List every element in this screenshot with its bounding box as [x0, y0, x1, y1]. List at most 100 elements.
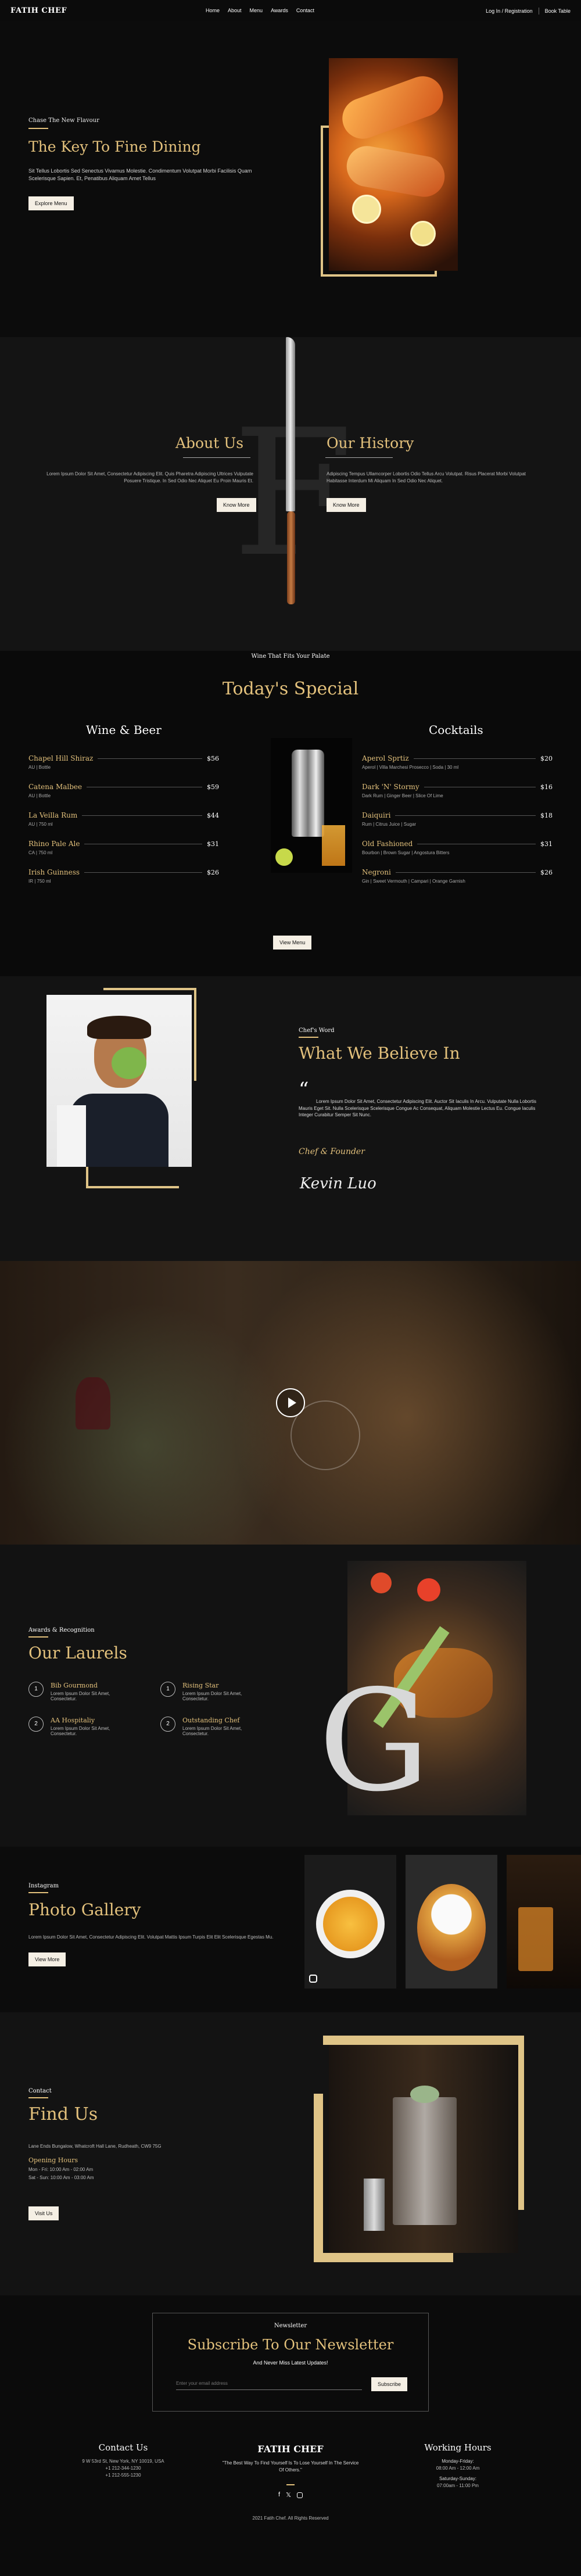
- contact-address: Lane Ends Bungalow, Whatcroft Hall Lane,…: [28, 2144, 162, 2149]
- wine-item: Catena Malbee $59: [28, 783, 219, 791]
- footer-hours-line: Monday-Friday:: [442, 2459, 474, 2464]
- history-know-more-button[interactable]: Know More: [327, 498, 366, 512]
- about-text: Lorem Ipsum Dolor Sit Amet, Consectetur …: [46, 471, 253, 483]
- nav-links: Home About Menu Awards Contact: [206, 8, 314, 13]
- hero-text: Sit Tellus Lobortis Sed Senectus Vivamus…: [28, 168, 252, 182]
- wine-list: Chapel Hill Shiraz $56 AU | Bottle Catena…: [28, 754, 219, 884]
- cocktail-shaker-image: [271, 738, 352, 873]
- award-item: 2 AA Hospitaliy Lorem Ipsum Dolor Sit Ame…: [28, 1717, 156, 1736]
- cocktail-item: Aperol Sprtiz $20: [362, 754, 553, 762]
- instagram-icon[interactable]: [296, 2492, 303, 2498]
- cocktail-list: Aperol Sprtiz $20 Aperol | Villa Marchesi…: [362, 754, 553, 884]
- hours-title: Opening Hours: [28, 2156, 78, 2164]
- history-text: Adipiscing Tempus Ullamcorper Lobortis O…: [327, 471, 526, 483]
- wine-item: Irish Guinness $26: [28, 868, 219, 876]
- nav-menu[interactable]: Menu: [250, 8, 263, 13]
- laurel-icon: 1: [28, 1682, 44, 1697]
- award-item: 1 Bib Gourmond Lorem Ipsum Dolor Sit Amet…: [28, 1682, 156, 1701]
- laurel-icon: 2: [160, 1717, 175, 1732]
- chef-title: What We Believe In: [299, 1044, 460, 1063]
- gallery-view-more-button[interactable]: View More: [28, 1952, 66, 1966]
- special-section: Wine That Fits Your Palate Today's Speci…: [0, 651, 581, 976]
- footer-hours-line: 07:00am - 11:00 Pm: [437, 2483, 479, 2488]
- hero-kicker: Chase The New Flavour: [28, 117, 99, 124]
- footer-hours-line: Saturday-Sunday:: [439, 2476, 477, 2481]
- awards-section: Awards & Recognition Our Laurels 1 Bib G…: [0, 1545, 581, 1847]
- nav-about[interactable]: About: [228, 8, 242, 13]
- newsletter-section: Newsletter Subscribe To Our Newsletter A…: [0, 2295, 581, 2413]
- play-button[interactable]: [276, 1388, 305, 1417]
- footer-contact-line: +1 212-555-1230: [105, 2473, 141, 2478]
- footer: Contact Us 9 W 53rd St, New York, NY 100…: [0, 2413, 581, 2576]
- about-title: About Us: [175, 435, 244, 452]
- chef-kicker-line: [299, 1037, 318, 1038]
- logo[interactable]: FATIH CHEF: [10, 6, 67, 15]
- contact-title: Find Us: [28, 2104, 98, 2124]
- footer-contact-line: +1 212-344-1230: [105, 2466, 141, 2471]
- wine-heading: Wine & Beer: [86, 723, 162, 737]
- footer-quote: "The Best Way To Find Yourself Is To Los…: [222, 2460, 359, 2473]
- wine-item: La Veilla Rum $44: [28, 811, 219, 819]
- newsletter-email-input[interactable]: [176, 2377, 362, 2390]
- twitter-icon[interactable]: 𝕏: [286, 2491, 291, 2499]
- contact-kicker: Contact: [28, 2088, 52, 2094]
- gallery-image-1[interactable]: [304, 1855, 396, 1989]
- newsletter-subtitle: And Never Miss Latest Updates!: [253, 2360, 328, 2366]
- chef-photo: [46, 995, 192, 1167]
- social-icons: f 𝕏: [0, 2491, 581, 2499]
- subscribe-button[interactable]: Subscribe: [371, 2377, 408, 2391]
- explore-menu-button[interactable]: Explore Menu: [28, 196, 74, 210]
- chef-signature: Kevin Luo: [300, 1175, 376, 1192]
- hours-line: Sat - Sun: 10:00 Am - 03:00 Am: [28, 2175, 94, 2180]
- hero-section: Chase The New Flavour The Key To Fine Di…: [0, 21, 581, 337]
- special-title: Today's Special: [222, 679, 359, 699]
- cocktail-item: Old Fashioned $31: [362, 840, 553, 848]
- chef-kicker: Chef's Word: [299, 1027, 335, 1034]
- about-section: F About Us Lorem Ipsum Dolor Sit Amet, C…: [0, 337, 581, 651]
- hero-food-image: [329, 58, 458, 271]
- cocktail-item: Negroni $26: [362, 868, 553, 876]
- nav-awards[interactable]: Awards: [271, 8, 288, 13]
- video-section: [0, 1261, 581, 1545]
- contact-kicker-line: [28, 2097, 48, 2098]
- about-know-more-button[interactable]: Know More: [217, 498, 256, 512]
- cocktail-item: Dark 'N' Stormy $16: [362, 783, 553, 791]
- gallery-image-3[interactable]: [507, 1855, 581, 1989]
- awards-title: Our Laurels: [28, 1643, 127, 1663]
- nav-contact[interactable]: Contact: [296, 8, 314, 13]
- footer-hours-title: Working Hours: [424, 2442, 492, 2453]
- gallery-image-2[interactable]: [406, 1855, 497, 1989]
- footer-divider-icon: [286, 2478, 295, 2485]
- wine-item: Rhino Pale Ale $31: [28, 840, 219, 848]
- awards-letter: G: [318, 1660, 430, 1822]
- laurel-icon: 2: [28, 1717, 44, 1732]
- book-table-link[interactable]: Book Table: [545, 8, 571, 14]
- instagram-icon: [309, 1975, 317, 1983]
- history-title: Our History: [327, 435, 414, 452]
- newsletter-title: Subscribe To Our Newsletter: [187, 2337, 394, 2353]
- newsletter-box: Newsletter Subscribe To Our Newsletter A…: [152, 2313, 429, 2412]
- facebook-icon[interactable]: f: [278, 2491, 280, 2499]
- awards-kicker: Awards & Recognition: [28, 1627, 95, 1633]
- special-kicker: Wine That Fits Your Palate: [251, 653, 330, 660]
- hero-kicker-line: [28, 128, 48, 129]
- gallery-title: Photo Gallery: [28, 1900, 141, 1919]
- chef-section: Chef's Word What We Believe In “ Lorem I…: [0, 976, 581, 1261]
- hours-line: Mon - Fri: 10:00 Am - 02:00 Am: [28, 2167, 94, 2172]
- history-title-line: [325, 457, 393, 458]
- gallery-text: Lorem Ipsum Dolor Sit Amet, Consectetur …: [28, 1934, 274, 1940]
- laurel-icon: 1: [160, 1682, 175, 1697]
- view-menu-button[interactable]: View Menu: [273, 936, 312, 950]
- contact-section: Contact Find Us Lane Ends Bungalow, What…: [0, 2012, 581, 2295]
- cocktails-heading: Cocktails: [429, 723, 483, 737]
- quote-icon: “: [299, 1078, 309, 1101]
- award-item: 2 Outstanding Chef Lorem Ipsum Dolor Sit …: [160, 1717, 288, 1736]
- gallery-section: Instagram Photo Gallery Lorem Ipsum Dolo…: [0, 1847, 581, 2012]
- visit-us-button[interactable]: Visit Us: [28, 2206, 59, 2220]
- cocktail-item: Daiquiri $18: [362, 811, 553, 819]
- navbar: FATIH CHEF Home About Menu Awards Contac…: [0, 0, 581, 21]
- awards-kicker-line: [28, 1636, 48, 1638]
- nav-home[interactable]: Home: [206, 8, 220, 13]
- chef-role: Chef & Founder: [299, 1147, 365, 1156]
- login-link[interactable]: Log In / Registration: [486, 8, 533, 14]
